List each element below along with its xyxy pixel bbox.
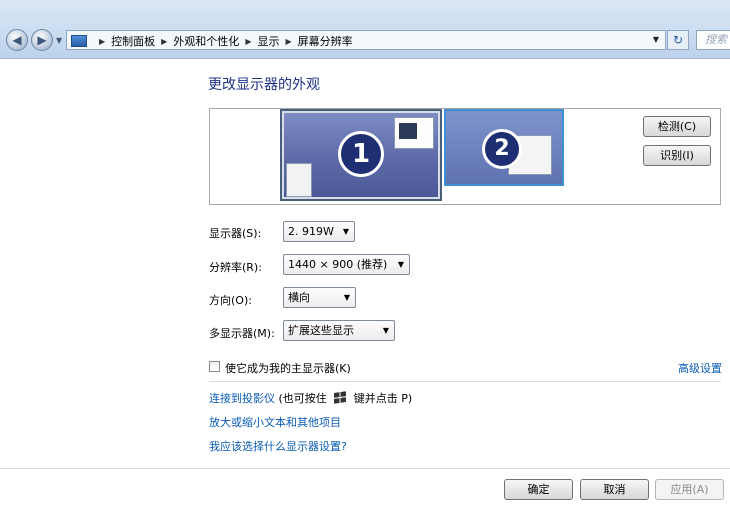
- display-select-value: 2. 919W: [288, 225, 334, 238]
- cancel-button[interactable]: 取消: [580, 479, 649, 500]
- resolution-select-value: 1440 × 900 (推荐): [288, 258, 388, 271]
- resolution-label: 分辨率(R):: [209, 261, 262, 274]
- resolution-select[interactable]: 1440 × 900 (推荐) ▼: [283, 254, 410, 275]
- window-thumbnail-content: [399, 123, 417, 139]
- multi-display-select[interactable]: 扩展这些显示 ▼: [283, 320, 395, 341]
- breadcrumb-separator-icon[interactable]: ▶: [245, 37, 251, 46]
- monitor-2-number: 2: [482, 129, 522, 169]
- projector-hint-suffix: 键并点击 P): [353, 392, 413, 405]
- projector-hint-prefix: (也可按住: [278, 392, 327, 405]
- monitor-1-number: 1: [338, 131, 384, 177]
- display-label: 显示器(S):: [209, 227, 262, 240]
- recent-pages-dropdown[interactable]: ▼: [56, 36, 62, 45]
- advanced-settings-link[interactable]: 高级设置: [678, 360, 722, 376]
- multi-display-label: 多显示器(M):: [209, 327, 275, 340]
- text-size-link[interactable]: 放大或缩小文本和其他项目: [209, 414, 341, 430]
- back-button[interactable]: ◀: [6, 29, 28, 51]
- control-panel-icon: [71, 35, 87, 47]
- ok-button[interactable]: 确定: [504, 479, 573, 500]
- footer-divider: [0, 468, 730, 469]
- detect-button[interactable]: 检测(C): [643, 116, 711, 137]
- identify-button[interactable]: 识别(I): [643, 145, 711, 166]
- breadcrumb-control-panel[interactable]: 控制面板: [111, 33, 155, 49]
- chevron-down-icon: ▼: [343, 293, 350, 302]
- search-input[interactable]: 搜索: [696, 30, 730, 50]
- breadcrumb-screen-resolution[interactable]: 屏幕分辨率: [298, 33, 353, 49]
- chevron-down-icon: ▼: [342, 227, 349, 236]
- connect-projector-link[interactable]: 连接到投影仪: [209, 392, 275, 405]
- monitor-1[interactable]: 1: [280, 109, 442, 201]
- orientation-label: 方向(O):: [209, 294, 252, 307]
- address-bar[interactable]: ▶ 控制面板 ▶ 外观和个性化 ▶ 显示 ▶ 屏幕分辨率 ▼: [66, 30, 666, 50]
- orientation-select[interactable]: 横向 ▼: [283, 287, 356, 308]
- apply-button[interactable]: 应用(A): [655, 479, 724, 500]
- main-display-checkbox-label[interactable]: 使它成为我的主显示器(K): [225, 360, 351, 376]
- breadcrumb-separator-icon[interactable]: ▶: [161, 37, 167, 46]
- chevron-down-icon: ▼: [397, 260, 404, 269]
- main-display-checkbox[interactable]: [209, 361, 220, 372]
- refresh-icon: ↻: [672, 33, 684, 47]
- forward-button[interactable]: ▶: [31, 29, 53, 51]
- desktop-icon-strip: [286, 163, 312, 197]
- arrow-right-icon: ▶: [37, 33, 47, 47]
- arrow-left-icon: ◀: [12, 33, 22, 47]
- page-title: 更改显示器的外观: [208, 77, 320, 93]
- display-select[interactable]: 2. 919W ▼: [283, 221, 355, 242]
- chevron-down-icon: ▼: [382, 326, 389, 335]
- monitor-preview: 1 2 检测(C) 识别(I): [209, 108, 721, 205]
- orientation-select-value: 横向: [288, 291, 310, 304]
- breadcrumb-separator-icon[interactable]: ▶: [99, 37, 105, 46]
- projector-row: 连接到投影仪 (也可按住 键并点击 P): [209, 390, 412, 406]
- breadcrumb-appearance[interactable]: 外观和个性化: [173, 33, 239, 49]
- windows-logo-icon: [334, 391, 347, 404]
- monitor-2[interactable]: 2: [444, 109, 564, 186]
- breadcrumb-separator-icon[interactable]: ▶: [285, 37, 291, 46]
- which-settings-link[interactable]: 我应该选择什么显示器设置?: [209, 438, 347, 454]
- address-history-dropdown[interactable]: ▼: [649, 32, 663, 48]
- divider: [209, 381, 721, 382]
- refresh-button[interactable]: ↻: [667, 30, 689, 50]
- breadcrumb-display[interactable]: 显示: [257, 33, 279, 49]
- multi-display-select-value: 扩展这些显示: [288, 324, 354, 337]
